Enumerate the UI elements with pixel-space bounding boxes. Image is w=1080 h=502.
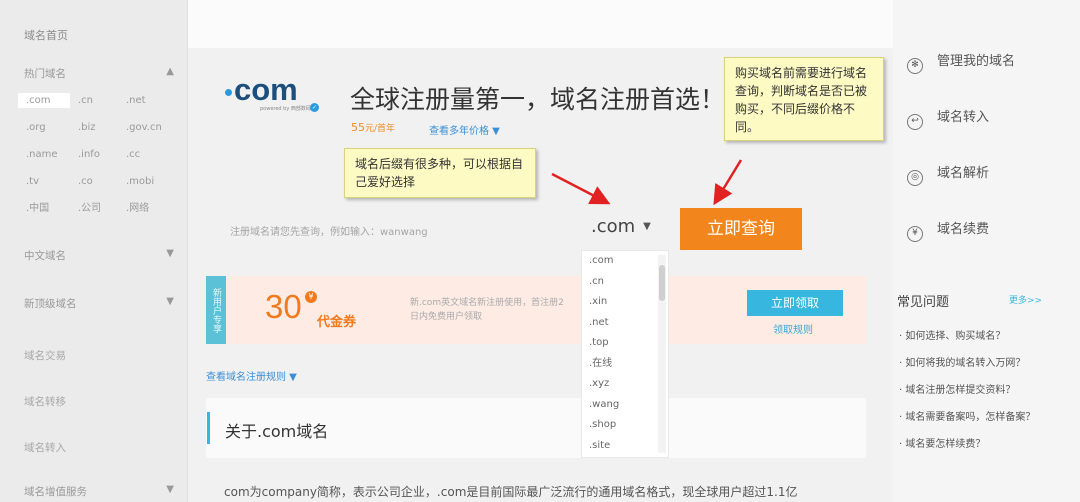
sidebar-tld-zhongguo[interactable]: .中国 xyxy=(18,201,70,216)
faq-item[interactable]: · 如何选择、购买域名？ xyxy=(899,330,1074,343)
suffix-option-top[interactable]: .top xyxy=(582,333,668,354)
resolve-icon: ◎ xyxy=(907,170,923,186)
faq-item[interactable]: · 如何将我的域名转入万网？ xyxy=(899,357,1074,370)
renew-link[interactable]: ¥ 域名续费 xyxy=(907,218,989,242)
chevron-up-icon: ▲ xyxy=(166,66,174,77)
scrollbar-thumb[interactable] xyxy=(659,265,665,301)
sidebar-tld-gongsi[interactable]: .公司 xyxy=(70,201,118,216)
sidebar-section-label: 热门域名 xyxy=(24,68,66,80)
coupon-description: 新.com英文域名新注册使用，首注册2日内免费用户领取 xyxy=(410,298,564,322)
chevron-down-icon: ▼ xyxy=(166,296,174,307)
top-bar xyxy=(188,0,893,48)
caret-down-icon: ▼ xyxy=(643,221,651,232)
new-user-tag: 新用户专享 xyxy=(206,276,226,344)
suffix-option-zaixian[interactable]: .在线 xyxy=(582,354,668,375)
price-value: 55 xyxy=(351,121,365,134)
suffix-option-cn[interactable]: .cn xyxy=(582,272,668,293)
chevron-down-icon: ▼ xyxy=(166,484,174,495)
domain-search-input[interactable]: 注册域名请您先查询，例如输入：wanwang xyxy=(230,223,428,238)
faq-more-link[interactable]: 更多>> xyxy=(1009,293,1042,306)
gear-icon: ✻ xyxy=(907,58,923,74)
suffix-option-site[interactable]: .site xyxy=(582,436,668,457)
sidebar-tld-biz[interactable]: .biz xyxy=(70,120,118,135)
sidebar-item-value-added[interactable]: 域名增值服务 ▼ xyxy=(24,484,174,499)
sidebar-tld-info[interactable]: .info xyxy=(70,147,118,162)
logo-subtitle: powered by 西部数码 xyxy=(260,106,311,112)
sidebar-item-trade[interactable]: 域名交易 xyxy=(24,348,66,363)
sidebar-tld-cc[interactable]: .cc xyxy=(118,147,168,162)
multi-year-price-link[interactable]: 查看多年价格 ▼ xyxy=(429,122,500,137)
chevron-down-icon: ▼ xyxy=(166,248,174,259)
sidebar-section-chinese[interactable]: 中文域名 ▼ xyxy=(24,248,174,263)
sidebar-tld-tv[interactable]: .tv xyxy=(18,174,70,189)
sidebar-tld-grid: .com .cn .net .org .biz .gov.cn .name .i… xyxy=(18,93,168,216)
coupon-amount: 30 xyxy=(265,288,302,325)
faq-item[interactable]: · 域名需要备案吗，怎样备案？ xyxy=(899,411,1074,424)
transfer-in-icon: ↩ xyxy=(907,114,923,130)
sidebar-section-new-tld[interactable]: 新顶级域名 ▼ xyxy=(24,296,174,311)
right-link-label: 域名转入 xyxy=(937,110,990,125)
sidebar-section-label: 新顶级域名 xyxy=(24,298,77,310)
query-button[interactable]: 立即查询 xyxy=(680,208,802,250)
right-link-label: 域名解析 xyxy=(937,166,990,181)
sidebar-tld-org[interactable]: .org xyxy=(18,120,70,135)
check-badge-icon: ✓ xyxy=(310,103,319,112)
registration-rules-link[interactable]: 查看域名注册规则 ▼ xyxy=(206,368,297,383)
manage-domains-link[interactable]: ✻ 管理我的域名 xyxy=(907,50,1015,74)
yen-icon: ¥ xyxy=(305,291,317,303)
page-headline: 全球注册量第一，域名注册首选！ xyxy=(350,85,726,114)
annotation-note-suffix: 域名后缀有很多种，可以根据自己爱好选择 xyxy=(344,148,536,198)
sidebar-tld-net[interactable]: .net xyxy=(118,93,168,108)
annotation-note-query: 购买域名前需要进行域名查询，判断域名是否已被购买，不同后缀价格不同。 xyxy=(724,57,884,141)
coupon-label: 代金券 xyxy=(317,315,357,330)
sidebar-section-label: 域名增值服务 xyxy=(24,486,87,498)
sidebar-tld-com[interactable]: .com xyxy=(18,93,70,108)
claim-rules-link[interactable]: 领取规则 xyxy=(773,321,813,336)
transfer-in-link[interactable]: ↩ 域名转入 xyxy=(907,106,989,130)
suffix-dropdown-list[interactable]: .com .cn .xin .net .top .在线 .xyz .wang .… xyxy=(581,250,669,458)
suffix-select-value: .com xyxy=(591,216,636,237)
suffix-option-wang[interactable]: .wang xyxy=(582,395,668,416)
sidebar-tld-co[interactable]: .co xyxy=(70,174,118,189)
about-title: 关于.com域名 xyxy=(225,422,329,441)
faq-item[interactable]: · 域名注册怎样提交资料？ xyxy=(899,384,1074,397)
suffix-option-net[interactable]: .net xyxy=(582,313,668,334)
right-link-label: 管理我的域名 xyxy=(937,54,1016,69)
left-sidebar: 域名首页 热门域名 ▲ .com .cn .net .org .biz .gov… xyxy=(0,0,188,502)
sidebar-tld-name[interactable]: .name xyxy=(18,147,70,162)
price-unit: 元/首年 xyxy=(365,124,396,134)
sidebar-item-transfer[interactable]: 域名转移 xyxy=(24,394,66,409)
sidebar-item-transfer-in[interactable]: 域名转入 xyxy=(24,440,66,455)
faq-item[interactable]: · 域名要怎样续费？ xyxy=(899,438,1074,451)
about-text: com为company简称，表示公司企业，.com是目前国际最广泛流行的通用域名… xyxy=(224,485,798,499)
dropdown-scrollbar[interactable] xyxy=(658,255,666,453)
price-text: 55元/首年 xyxy=(351,121,395,134)
claim-coupon-button[interactable]: 立即领取 xyxy=(747,290,843,316)
sidebar-tld-cn[interactable]: .cn xyxy=(70,93,118,108)
right-link-label: 域名续费 xyxy=(937,222,990,237)
sidebar-section-label: 中文域名 xyxy=(24,250,66,262)
sidebar-home-link[interactable]: 域名首页 xyxy=(24,27,68,43)
suffix-select[interactable]: .com ▼ xyxy=(591,216,671,242)
about-accent-bar xyxy=(207,412,210,444)
sidebar-section-popular[interactable]: 热门域名 ▲ xyxy=(24,66,174,81)
sidebar-tld-gov-cn[interactable]: .gov.cn xyxy=(118,120,168,135)
suffix-option-shop[interactable]: .shop xyxy=(582,415,668,436)
dns-resolve-link[interactable]: ◎ 域名解析 xyxy=(907,162,989,186)
renew-icon: ¥ xyxy=(907,226,923,242)
faq-title: 常见问题 xyxy=(897,295,950,310)
sidebar-tld-mobi[interactable]: .mobi xyxy=(118,174,168,189)
logo-text: com xyxy=(234,72,298,107)
suffix-option-xin[interactable]: .xin xyxy=(582,292,668,313)
right-panel: ✻ 管理我的域名 ↩ 域名转入 ◎ 域名解析 ¥ 域名续费 常见问题 更多>> · 如何… xyxy=(893,0,1080,502)
suffix-option-com[interactable]: .com xyxy=(582,251,668,272)
sidebar-tld-wangluo[interactable]: .网络 xyxy=(118,201,168,216)
logo-dot xyxy=(225,89,232,96)
faq-list: · 如何选择、购买域名？ · 如何将我的域名转入万网？ · 域名注册怎样提交资料… xyxy=(899,330,1074,465)
com-logo: com powered by 西部数码 ✓ xyxy=(225,72,325,112)
suffix-option-xyz[interactable]: .xyz xyxy=(582,374,668,395)
